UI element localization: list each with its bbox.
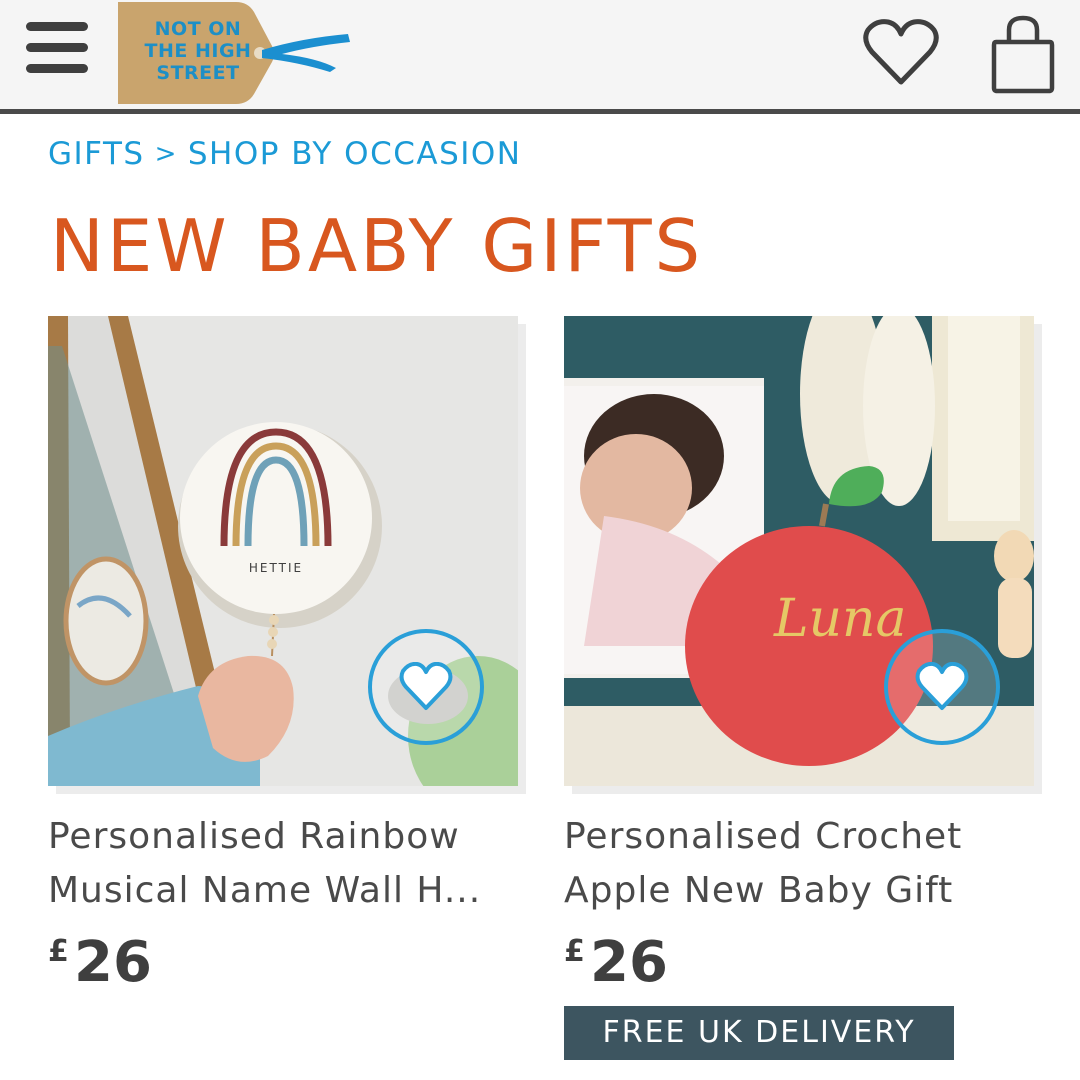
plaque-name: HETTIE [249,561,303,575]
shopping-bag-icon[interactable] [990,14,1056,94]
product-image[interactable]: Luna [564,316,1034,786]
favorite-button[interactable] [884,629,1000,745]
breadcrumb: GIFTS > SHOP BY OCCASION [48,136,521,172]
favorite-button[interactable] [368,629,484,745]
menu-bar [26,43,88,52]
currency-symbol: £ [564,934,585,969]
breadcrumb-separator: > [154,139,178,169]
breadcrumb-shop-by-occasion[interactable]: SHOP BY OCCASION [188,136,522,172]
product-name[interactable]: Personalised Rainbow Musical Name Wall H… [48,810,518,918]
price-value: 26 [590,930,668,995]
product-name[interactable]: Personalised Crochet Apple New Baby Gift [564,810,1034,918]
product-price: £26 [564,930,1044,996]
logo-text: NOT ON THE HIGH STREET [144,18,252,84]
product-image[interactable]: HETTIE [48,316,518,786]
heart-favorite-icon [915,662,969,710]
menu-icon[interactable] [22,22,92,74]
apple-name: Luna [773,589,907,649]
product-price: £26 [48,930,528,996]
menu-bar [26,22,88,31]
menu-bar [26,64,88,73]
heart-favorite-icon [399,662,453,710]
breadcrumb-gifts[interactable]: GIFTS [48,136,145,172]
page-title: NEW BABY GIFTS [50,204,704,288]
product-card: Luna Personalised Crochet Apple New Baby… [564,316,1044,996]
price-value: 26 [74,930,152,995]
site-header: NOT ON THE HIGH STREET [0,0,1080,114]
currency-symbol: £ [48,934,69,969]
free-delivery-badge: FREE UK DELIVERY [564,1006,954,1060]
site-logo[interactable]: NOT ON THE HIGH STREET [112,0,362,108]
product-card: HETTIE Personalised Rainbow Musical Name… [48,316,528,996]
heart-outline-icon[interactable] [862,18,940,88]
